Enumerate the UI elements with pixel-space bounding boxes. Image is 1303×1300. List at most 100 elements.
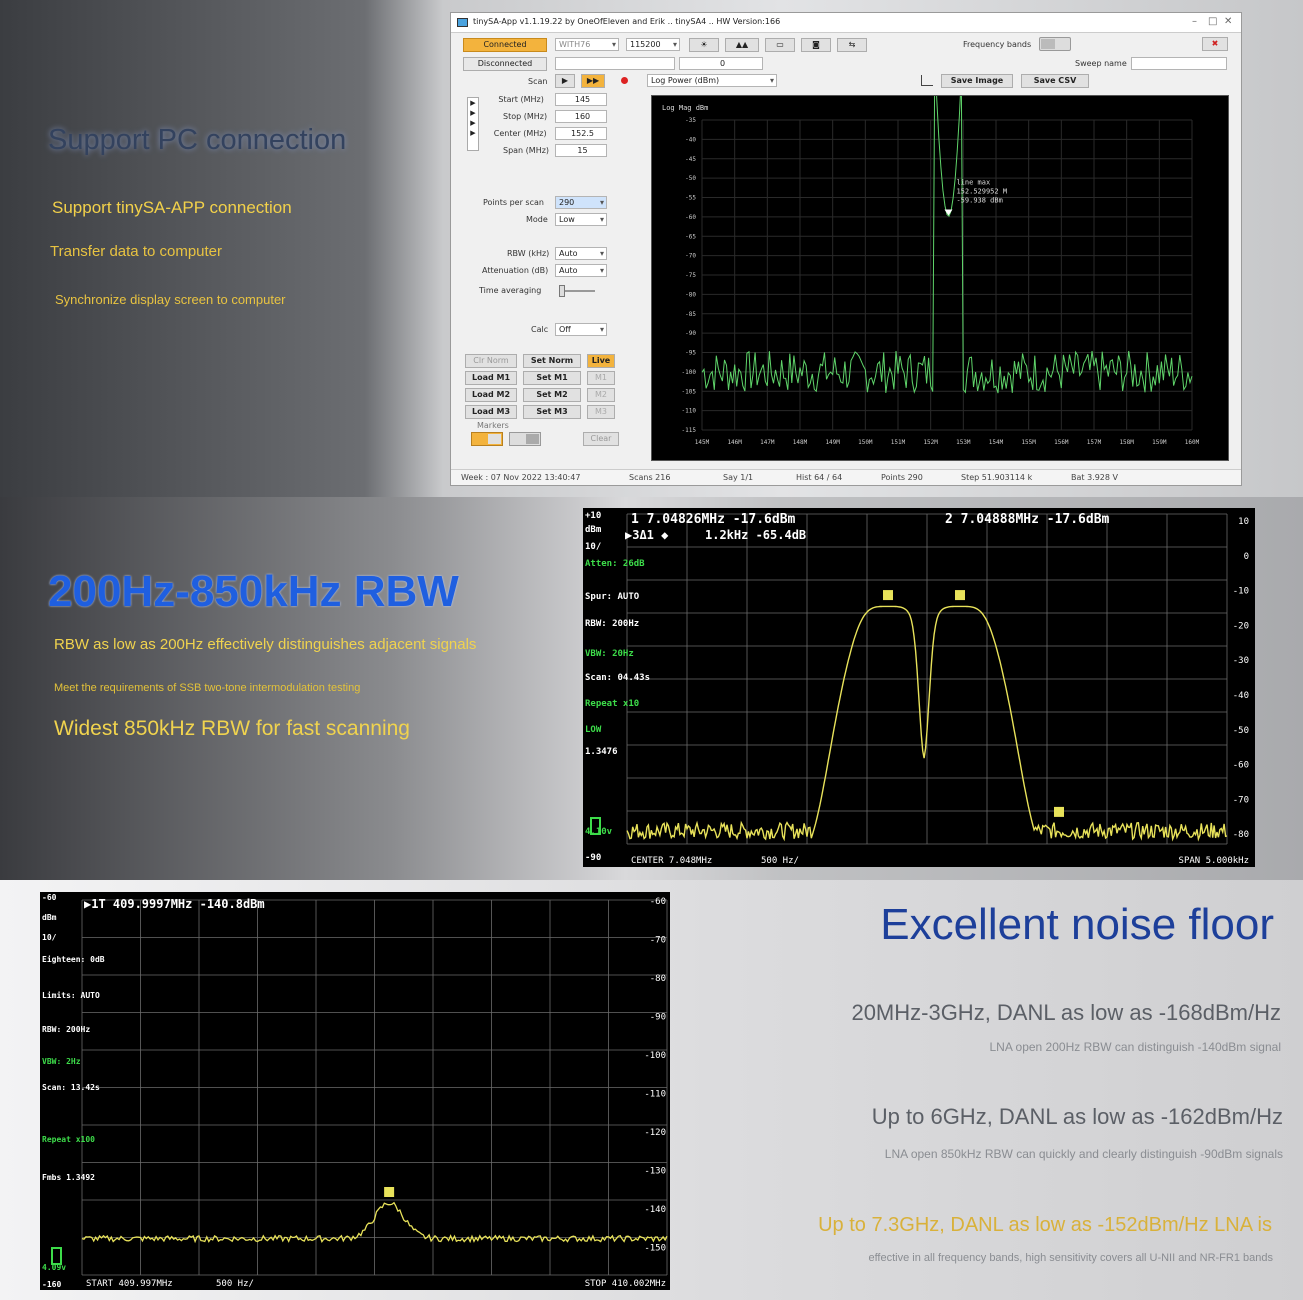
close-icon[interactable]: ✕	[1224, 16, 1232, 27]
side-label: VBW: 2Hz	[42, 1057, 81, 1066]
screen-bg	[583, 508, 1255, 867]
rbw-panel: 200Hz-850kHz RBW RBW as low as 200Hz eff…	[0, 497, 1303, 880]
scroll-arrows[interactable]: ▶ ▶ ▶ ▶	[467, 97, 479, 151]
x-tick-label: 160M	[1185, 439, 1200, 446]
record-icon[interactable]	[621, 77, 628, 84]
save-csv-button[interactable]: Save CSV	[1021, 74, 1089, 88]
side-label: Fmbs 1.3492	[42, 1173, 95, 1182]
right-tick: -100	[644, 1051, 666, 1061]
right-tick: -90	[650, 1013, 666, 1023]
right-tick: -80	[650, 974, 666, 984]
attenuation-select[interactable]: Auto	[555, 264, 607, 277]
load-memory-button[interactable]: Load M3	[465, 405, 517, 419]
y-tick-label: -90	[685, 330, 696, 337]
marker-readout: ▶1T 409.9997MHz -140.8dBm	[84, 897, 265, 911]
clear-button[interactable]: Clear	[583, 432, 619, 446]
rbw-select[interactable]: Auto	[555, 247, 607, 260]
points-select[interactable]: 290	[555, 196, 607, 209]
maximize-icon[interactable]: □	[1208, 16, 1217, 27]
set-memory-button[interactable]: Set M1	[523, 371, 581, 385]
battery-icon[interactable]: ▭	[765, 38, 795, 52]
status-item: Bat 3.928 V	[1071, 473, 1118, 482]
minimize-icon[interactable]: –	[1192, 16, 1197, 27]
right-tick: -140	[644, 1205, 666, 1215]
side-label: dBm	[585, 525, 602, 535]
status-item: Week : 07 Nov 2022 13:40:47	[461, 473, 581, 482]
set-norm-button[interactable]: Set Norm	[523, 354, 581, 368]
panel2-line-3: Widest 850kHz RBW for fast scanning	[54, 717, 410, 740]
panel3-line-6: effective in all frequency bands, high s…	[868, 1252, 1273, 1264]
marker-flag	[1054, 806, 1064, 817]
slider-thumb[interactable]	[559, 285, 565, 297]
disconnect-icon[interactable]: ✖	[1202, 37, 1228, 51]
markers-toggle-2[interactable]	[509, 432, 541, 446]
disconnected-button[interactable]: Disconnected	[463, 57, 547, 71]
scan-label: Scan	[528, 77, 548, 86]
panel3-line-4: LNA open 850kHz RBW can quickly and clea…	[884, 1147, 1283, 1161]
stop-label: STOP 410.002MHz	[585, 1279, 666, 1289]
panel1-title: Support PC connection	[48, 124, 347, 156]
y-tick-label: -65	[685, 233, 696, 240]
side-label: RBW: 200Hz	[585, 619, 639, 629]
y-tick-label: -80	[685, 291, 696, 298]
spectrum-trace	[701, 96, 1193, 394]
field-input[interactable]: 160	[555, 110, 607, 123]
attenuation-label: Attenuation (dB)	[482, 266, 549, 275]
spectrum-plot-svg: Log Mag dBm -35 -40 -45 -50 -55 -60 -65 -70 -75 -8…	[662, 96, 1200, 446]
div-label: 500 Hz/	[761, 856, 799, 866]
right-tick: -40	[1233, 691, 1249, 701]
markers-toggle-1[interactable]	[471, 432, 503, 446]
camera-icon[interactable]: ◙	[801, 38, 831, 52]
rbw-label: RBW (kHz)	[507, 249, 550, 258]
up-arrows-icon[interactable]: ▲▲	[725, 38, 759, 52]
memory-toggle-button[interactable]: M1	[587, 371, 615, 385]
mode-select[interactable]: Low	[555, 213, 607, 226]
clr-norm-button[interactable]: Clr Norm	[465, 354, 517, 368]
brightness-icon[interactable]: ☀	[689, 38, 719, 52]
usb-icon[interactable]: ⇆	[837, 38, 867, 52]
field-input[interactable]: 152.5	[555, 127, 607, 140]
set-memory-button[interactable]: Set M3	[523, 405, 581, 419]
app-logo-icon	[457, 18, 468, 27]
side-label: Limits: AUTO	[42, 990, 100, 1000]
marker-triangle	[944, 209, 953, 216]
frequency-bands-toggle[interactable]	[1039, 37, 1071, 51]
spectrum-plot[interactable]: Log Mag dBm -35 -40 -45 -50 -55 -60 -65 -70 -75 -8…	[651, 95, 1229, 461]
baud-select[interactable]: 115200	[626, 38, 680, 51]
load-memory-button[interactable]: Load M1	[465, 371, 517, 385]
right-tick: 10	[1238, 517, 1249, 527]
side-label: RBW: 200Hz	[42, 1025, 90, 1034]
play-icon[interactable]: ▶	[555, 74, 575, 88]
set-memory-button[interactable]: Set M2	[523, 388, 581, 402]
memory-toggle-button[interactable]: M2	[587, 388, 615, 402]
side-label: Repeat x100	[42, 1135, 95, 1144]
memory-toggle-button[interactable]: M3	[587, 405, 615, 419]
trace-mode-select[interactable]: Log Power (dBm)	[647, 74, 777, 87]
live-button[interactable]: Live	[587, 354, 615, 368]
port-select[interactable]: WITH76	[555, 38, 619, 51]
sweep-name-input[interactable]	[1131, 57, 1227, 70]
calc-select[interactable]: Off	[555, 323, 607, 336]
panel1-line-2: Transfer data to computer	[50, 243, 223, 260]
load-memory-button[interactable]: Load M2	[465, 388, 517, 402]
delta-marker-label: ▶3Δ1 ◆	[625, 528, 669, 542]
marker-1-readout: 1 7.04826MHz -17.6dBm	[631, 512, 796, 527]
save-image-button[interactable]: Save Image	[941, 74, 1013, 88]
fast-forward-icon[interactable]: ▶▶	[581, 74, 605, 88]
right-tick: -110	[644, 1090, 666, 1100]
time-averaging-slider[interactable]	[559, 285, 595, 297]
panel3-line-1: 20MHz-3GHz, DANL as low as -168dBm/Hz	[851, 1000, 1281, 1025]
div-label: 500 Hz/	[216, 1279, 254, 1289]
x-tick-label: 145M	[695, 439, 710, 446]
center-label: CENTER 7.048MHz	[631, 856, 712, 866]
side-label: Scan: 04.43s	[585, 673, 650, 683]
y-tick-label: -35	[685, 117, 696, 124]
field-input[interactable]: 145	[555, 93, 607, 106]
panel1-line-1: Support tinySA-APP connection	[52, 198, 292, 217]
right-tick: -80	[1233, 830, 1249, 840]
chart-icon[interactable]	[921, 75, 933, 86]
panel3-title: Excellent noise floor	[880, 900, 1274, 949]
field-input[interactable]: 15	[555, 144, 607, 157]
connected-button[interactable]: Connected	[463, 38, 547, 52]
right-tick: -60	[1233, 761, 1249, 771]
